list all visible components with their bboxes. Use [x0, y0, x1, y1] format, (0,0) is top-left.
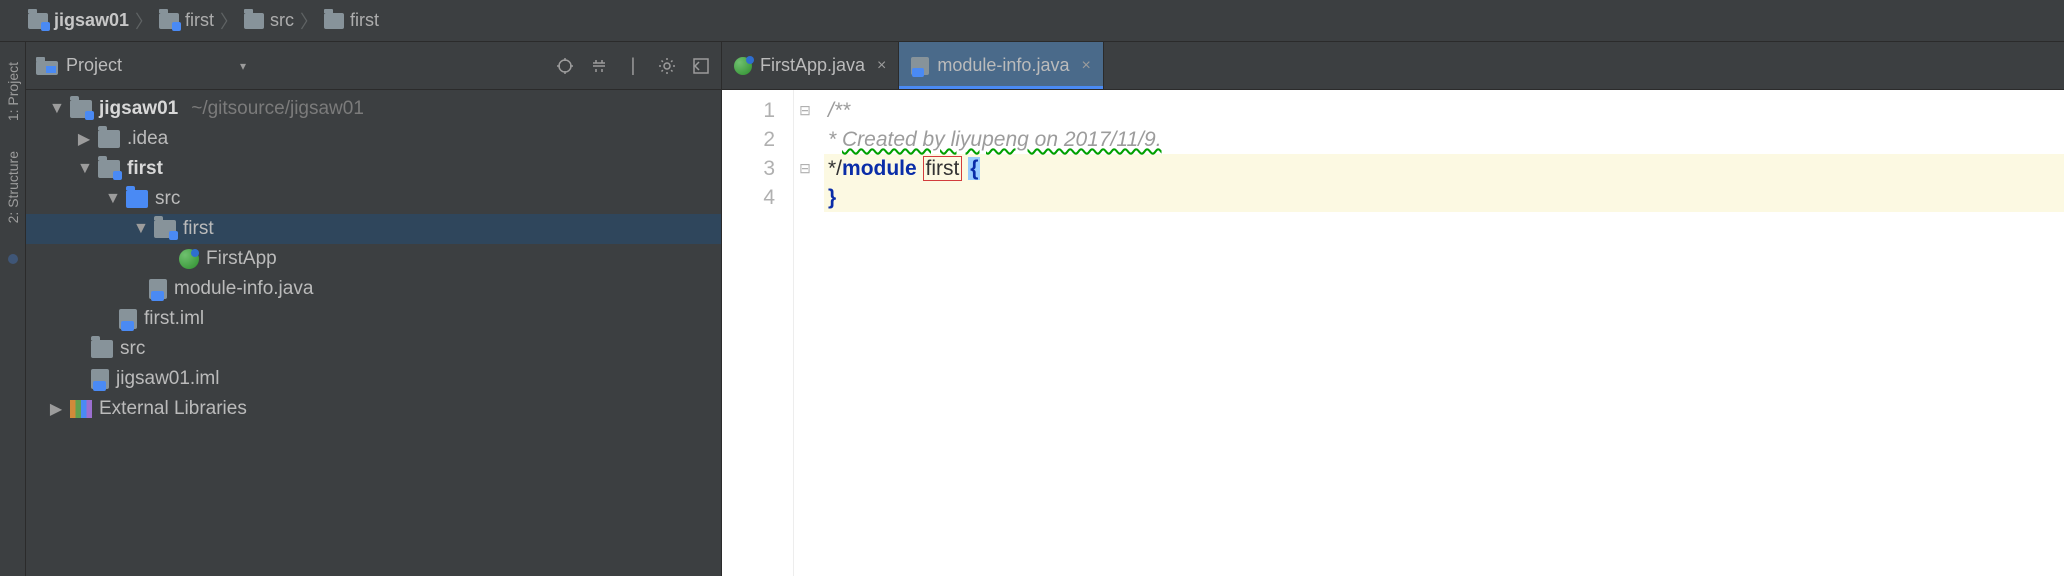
locate-icon[interactable] — [555, 56, 575, 76]
breadcrumb-label: src — [270, 10, 294, 31]
chevron-right-icon: 〉 — [298, 8, 320, 34]
tree-label: FirstApp — [206, 248, 277, 270]
breadcrumb: jigsaw01 〉 first 〉 src 〉 first — [0, 0, 2064, 42]
folder-icon — [324, 13, 344, 29]
breadcrumb-item[interactable]: src — [244, 10, 294, 31]
folder-icon — [91, 340, 113, 358]
chevron-down-icon[interactable]: ▼ — [49, 100, 63, 118]
java-class-icon — [179, 249, 199, 269]
tree-node-file[interactable]: module-info.java — [26, 274, 721, 304]
code-text: */ — [828, 157, 842, 180]
divider-icon: | — [623, 56, 643, 76]
tree-label: jigsaw01 — [99, 98, 178, 120]
breadcrumb-item[interactable]: first — [159, 10, 214, 31]
tree-node-external-libs[interactable]: ▶ External Libraries — [26, 394, 721, 424]
module-folder-icon — [70, 100, 92, 118]
breadcrumb-item[interactable]: first — [324, 10, 379, 31]
tree-label: jigsaw01.iml — [116, 368, 219, 390]
tree-node-file[interactable]: jigsaw01.iml — [26, 364, 721, 394]
code-text: * — [828, 128, 842, 151]
fold-column: ⊟ ⊟ — [794, 90, 816, 576]
folder-icon — [98, 130, 120, 148]
chevron-right-icon[interactable]: ▶ — [49, 399, 63, 419]
tree-node-file[interactable]: FirstApp — [26, 244, 721, 274]
chevron-right-icon[interactable]: ▶ — [77, 129, 91, 149]
line-number: 4 — [722, 183, 775, 212]
tree-label: src — [120, 338, 145, 360]
tree-label: first.iml — [144, 308, 204, 330]
code-content[interactable]: /** * Created by liyupeng on 2017/11/9. … — [816, 90, 2064, 576]
close-icon[interactable]: × — [877, 57, 886, 75]
rail-tab-structure[interactable]: 2: Structure — [5, 151, 21, 223]
chevron-right-icon: 〉 — [133, 8, 155, 34]
code-text: /** — [828, 99, 850, 122]
tree-node-root[interactable]: ▼ jigsaw01 ~/gitsource/jigsaw01 — [26, 94, 721, 124]
line-number: 2 — [722, 125, 775, 154]
tree-node-file[interactable]: first.iml — [26, 304, 721, 334]
source-folder-icon — [126, 190, 148, 208]
code-identifier: first — [923, 156, 963, 181]
project-view-icon — [36, 57, 58, 75]
line-number: 3 — [722, 154, 775, 183]
tree-label: first — [183, 218, 214, 240]
tree-node[interactable]: ▼ src — [26, 184, 721, 214]
chevron-down-icon[interactable]: ▼ — [133, 220, 147, 238]
iml-file-icon — [91, 369, 109, 389]
line-gutter: 1 2 3 4 — [722, 90, 794, 576]
tree-label: src — [155, 188, 180, 210]
module-folder-icon — [28, 13, 48, 29]
tab-label: FirstApp.java — [760, 55, 865, 76]
project-panel-header: Project ▾ | — [26, 42, 721, 90]
editor-pane: FirstApp.java × module-info.java × 1 2 3… — [722, 42, 2064, 576]
tree-node[interactable]: ▼ first — [26, 154, 721, 184]
tree-node[interactable]: src — [26, 334, 721, 364]
tab-label: module-info.java — [937, 55, 1069, 76]
iml-file-icon — [119, 309, 137, 329]
editor-tab[interactable]: FirstApp.java × — [722, 42, 899, 89]
module-folder-icon — [159, 13, 179, 29]
module-folder-icon — [98, 160, 120, 178]
editor-tab-active[interactable]: module-info.java × — [899, 42, 1103, 89]
tree-label: first — [127, 158, 163, 180]
panel-title: Project — [66, 55, 122, 76]
project-panel: Project ▾ | ▼ jigsaw01 ~/gitsourc — [26, 42, 722, 576]
breadcrumb-label: first — [185, 10, 214, 31]
project-tree[interactable]: ▼ jigsaw01 ~/gitsource/jigsaw01 ▶ .idea … — [26, 90, 721, 576]
tree-node-selected[interactable]: ▼ first — [26, 214, 721, 244]
close-icon[interactable]: × — [1081, 57, 1090, 75]
java-class-icon — [734, 57, 752, 75]
line-number: 1 — [722, 96, 775, 125]
rail-indicator-icon — [8, 254, 18, 264]
code-editor[interactable]: 1 2 3 4 ⊟ ⊟ /** * Created by liyupeng on… — [722, 90, 2064, 576]
code-text: Created by liyupeng on 2017/11/9. — [842, 128, 1162, 151]
editor-tabs: FirstApp.java × module-info.java × — [722, 42, 2064, 90]
java-file-icon — [911, 57, 929, 75]
libraries-icon — [70, 400, 92, 418]
panel-dropdown-icon[interactable]: ▾ — [130, 59, 246, 73]
folder-icon — [244, 13, 264, 29]
tree-hint: ~/gitsource/jigsaw01 — [191, 98, 364, 120]
tree-label: External Libraries — [99, 398, 247, 420]
code-keyword: module — [842, 157, 917, 180]
breadcrumb-label: first — [350, 10, 379, 31]
tree-label: module-info.java — [174, 278, 313, 300]
code-brace: } — [828, 186, 836, 209]
chevron-down-icon[interactable]: ▼ — [105, 190, 119, 208]
breadcrumb-item-root[interactable]: jigsaw01 — [28, 10, 129, 31]
tree-node[interactable]: ▶ .idea — [26, 124, 721, 154]
code-brace: { — [968, 157, 980, 180]
package-folder-icon — [154, 220, 176, 238]
fold-toggle-icon[interactable]: ⊟ — [794, 96, 816, 125]
breadcrumb-label: jigsaw01 — [54, 10, 129, 31]
fold-toggle-icon[interactable]: ⊟ — [794, 154, 816, 183]
tree-label: .idea — [127, 128, 168, 150]
chevron-right-icon: 〉 — [218, 8, 240, 34]
chevron-down-icon[interactable]: ▼ — [77, 160, 91, 178]
collapse-all-icon[interactable] — [589, 56, 609, 76]
tool-rail-left: 1: Project 2: Structure — [0, 42, 26, 576]
gear-icon[interactable] — [657, 56, 677, 76]
rail-tab-project[interactable]: 1: Project — [5, 62, 21, 121]
java-file-icon — [149, 279, 167, 299]
hide-panel-icon[interactable] — [691, 56, 711, 76]
